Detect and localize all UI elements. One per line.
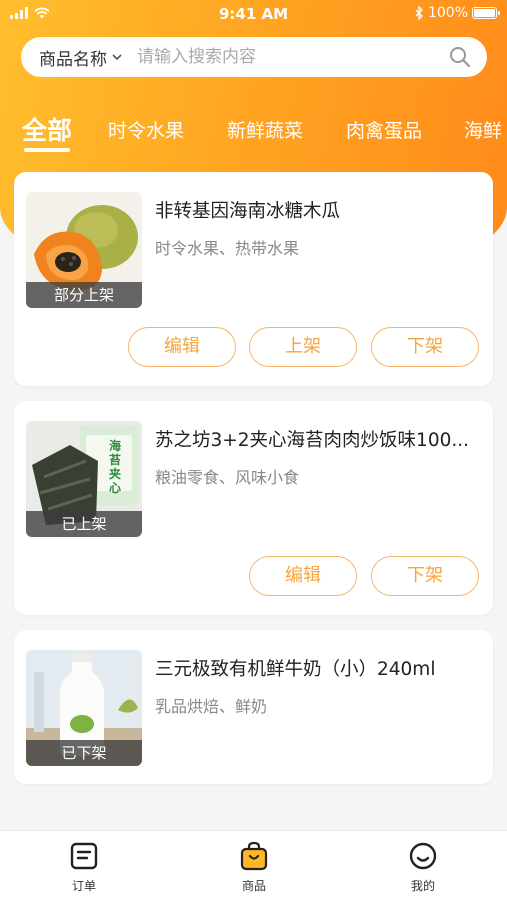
product-card[interactable]: 已下架 三元极致有机鲜牛奶（小）240ml 乳品烘焙、鲜奶 bbox=[14, 630, 493, 784]
delist-button[interactable]: 下架 bbox=[371, 556, 479, 596]
product-title: 非转基因海南冰糖木瓜 bbox=[155, 201, 341, 222]
bluetooth-icon bbox=[415, 6, 423, 20]
tabbar-orders-label: 订单 bbox=[71, 879, 96, 893]
tab-all[interactable]: 全部 bbox=[22, 111, 72, 147]
battery-icon bbox=[472, 7, 500, 19]
tabbar-mine-label: 我的 bbox=[410, 879, 435, 893]
status-badge: 部分上架 bbox=[26, 282, 142, 308]
product-categories: 时令水果、热带水果 bbox=[155, 239, 300, 258]
package-label: 海苔夹心 bbox=[108, 439, 121, 495]
tabbar-orders[interactable]: 订单 bbox=[44, 841, 124, 894]
product-categories: 粮油零食、风味小食 bbox=[155, 468, 300, 487]
product-title: 三元极致有机鲜牛奶（小）240ml bbox=[155, 659, 436, 680]
product-card[interactable]: 部分上架 非转基因海南冰糖木瓜 时令水果、热带水果 编辑 上架 下架 bbox=[14, 172, 493, 386]
tab-seasonal-fruit[interactable]: 时令水果 bbox=[108, 116, 184, 143]
search-bar: 商品名称 bbox=[21, 37, 487, 77]
tabbar-products[interactable]: 商品 bbox=[214, 841, 294, 894]
product-categories: 乳品烘焙、鲜奶 bbox=[155, 697, 268, 716]
battery-percent: 100% bbox=[427, 5, 468, 21]
search-input[interactable] bbox=[137, 47, 449, 67]
edit-button[interactable]: 编辑 bbox=[128, 327, 236, 367]
list-button[interactable]: 上架 bbox=[249, 327, 357, 367]
status-badge: 已上架 bbox=[26, 511, 142, 537]
search-category-label: 商品名称 bbox=[39, 49, 107, 70]
product-image: 已下架 bbox=[26, 650, 142, 766]
tab-fresh-vegetables[interactable]: 新鲜蔬菜 bbox=[227, 116, 303, 143]
smiley-profile-icon bbox=[409, 842, 437, 870]
tab-meat-eggs[interactable]: 肉禽蛋品 bbox=[346, 116, 422, 143]
product-image: 部分上架 bbox=[26, 192, 142, 308]
status-bar: 9:41 AM 100% bbox=[0, 0, 507, 30]
product-title: 苏之坊3+2夹心海苔肉肉炒饭味100... bbox=[155, 430, 469, 451]
shopping-bag-icon bbox=[240, 841, 268, 871]
order-list-icon bbox=[70, 842, 98, 870]
product-image: 海苔夹心 已上架 bbox=[26, 421, 142, 537]
delist-button[interactable]: 下架 bbox=[371, 327, 479, 367]
search-category-dropdown[interactable]: 商品名称 bbox=[39, 45, 123, 70]
status-badge: 已下架 bbox=[26, 740, 142, 766]
tab-seafood[interactable]: 海鲜 bbox=[464, 116, 502, 143]
edit-button[interactable]: 编辑 bbox=[249, 556, 357, 596]
chevron-down-icon bbox=[112, 54, 122, 61]
category-tabs: 全部 时令水果 新鲜蔬菜 肉禽蛋品 海鲜 bbox=[0, 108, 507, 154]
search-icon[interactable] bbox=[449, 46, 471, 68]
tabbar-mine[interactable]: 我的 bbox=[383, 841, 463, 894]
status-right: 100% bbox=[415, 5, 500, 21]
bottom-tab-bar: 订单 商品 我的 bbox=[0, 830, 507, 900]
active-tab-indicator bbox=[24, 148, 70, 152]
tabbar-products-label: 商品 bbox=[241, 879, 266, 893]
product-card[interactable]: 海苔夹心 已上架 苏之坊3+2夹心海苔肉肉炒饭味100... 粮油零食、风味小食… bbox=[14, 401, 493, 615]
